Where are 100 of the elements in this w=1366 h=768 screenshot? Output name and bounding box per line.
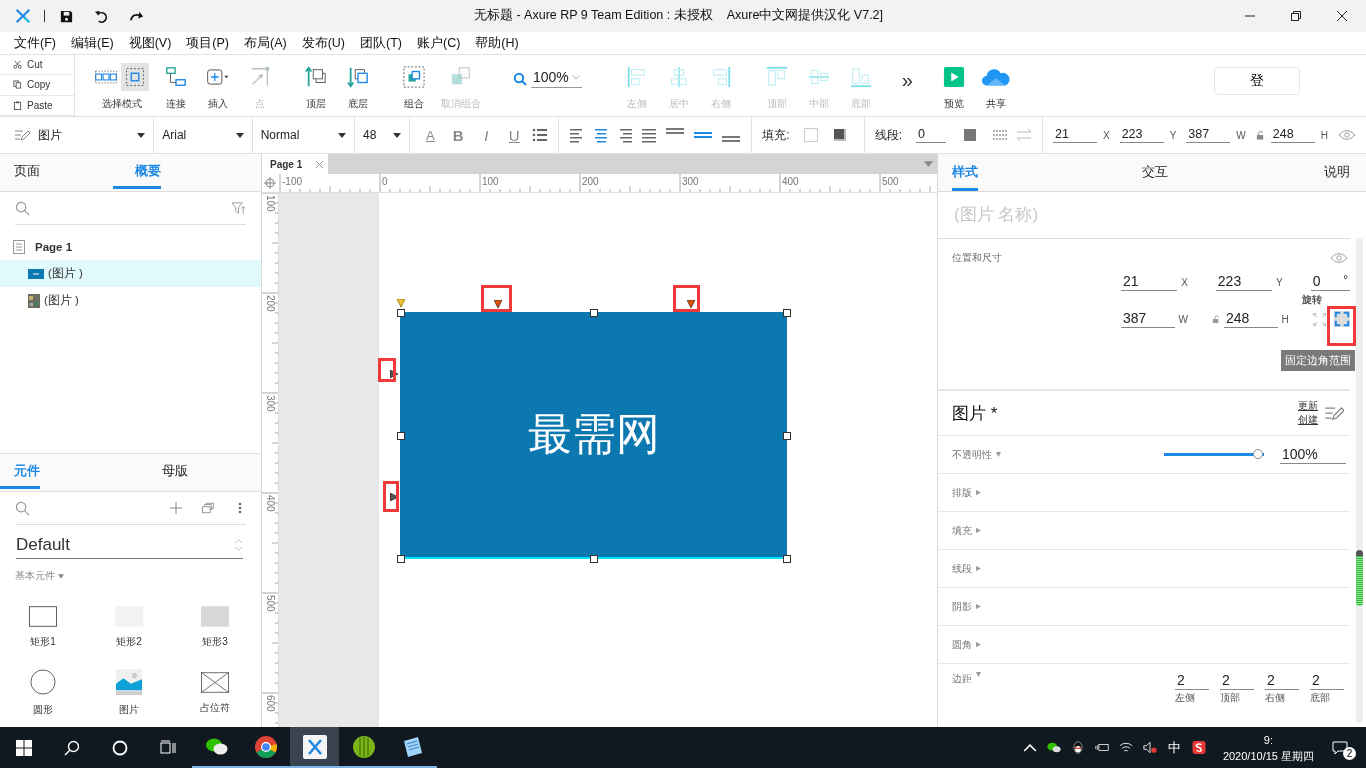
windows-start-icon[interactable] [16,739,32,756]
group-tool-button[interactable]: 组合 [393,58,435,113]
line-color-swatch[interactable] [963,129,976,141]
widget-item[interactable]: 圆形 [0,669,86,717]
fill-color-swatch[interactable] [803,128,818,142]
caret-icon[interactable] [976,604,981,609]
pin-marker-icon[interactable] [390,493,398,501]
padding-field[interactable]: 2 [1265,672,1299,690]
section-label[interactable]: 阴影 [952,599,972,614]
widget-item[interactable]: 矩形2 [86,603,172,649]
save-icon[interactable] [59,8,74,24]
panel-tab[interactable]: 样式 [952,154,978,191]
clock-time[interactable]: 9: [1263,731,1274,748]
zoom-dropdown[interactable]: 100% [531,69,582,88]
y-field[interactable]: 223 [1215,273,1272,291]
scrollbar[interactable] [1356,238,1363,723]
more-tools-button[interactable]: » [895,69,919,92]
menu-item[interactable]: 编辑(E) [64,32,120,54]
circle-icon[interactable] [112,739,128,756]
undo-icon[interactable] [94,8,109,24]
text-style-button[interactable]: U [504,126,525,144]
libraries-icon[interactable] [202,502,214,514]
opacity-slider[interactable] [1164,449,1264,460]
style-link[interactable]: 创建 [1298,413,1318,427]
axure-logo-icon[interactable] [14,7,32,25]
close-icon[interactable] [1336,10,1348,22]
style-dropdown[interactable]: 图片 [38,126,146,144]
caret-icon[interactable] [976,490,981,495]
bullet-list-icon[interactable] [532,127,549,143]
crosshair-icon[interactable] [264,177,276,189]
x-field[interactable]: 21 [1121,273,1178,291]
section-label[interactable]: 填充 [952,523,972,538]
menu-item[interactable]: 文件(F) [8,32,62,54]
line-width-field[interactable]: 0 [915,127,946,143]
section-label[interactable]: 边距 [952,672,972,686]
pin-marker-icon[interactable] [390,370,398,378]
rotation-marker-icon[interactable] [397,299,405,307]
outline-item[interactable]: (图片 ) [0,287,261,314]
page-name[interactable]: Page 1 [35,240,73,253]
lock-icon[interactable] [1255,130,1265,140]
front-tool-button[interactable]: 顶层 [295,58,337,113]
resize-handle[interactable] [397,309,405,317]
menu-item[interactable]: 项目(P) [180,32,235,54]
library-dropdown[interactable]: Default [16,535,243,559]
panel-tab[interactable]: 母版 [140,454,261,491]
outline-item[interactable]: (图片 ) [0,260,261,287]
caret-icon[interactable] [976,566,981,571]
opacity-field[interactable]: 100% [1280,445,1346,464]
padding-field[interactable]: 2 [1310,672,1344,690]
panel-tab[interactable]: 元件 [0,454,40,491]
menu-item[interactable]: 视图(V) [122,32,178,54]
fixed-corners-icon[interactable] [1334,310,1350,328]
align-center-text-icon[interactable] [593,127,610,143]
position-field[interactable]: 223 [1119,127,1164,143]
resize-handle[interactable] [783,432,791,440]
search-icon[interactable] [64,739,80,756]
restore-icon[interactable] [1290,10,1302,22]
input-method-indicator[interactable]: 中 [1167,738,1181,757]
caret-icon[interactable] [996,452,1001,457]
unlock-icon[interactable] [1212,314,1220,324]
caret-icon[interactable] [976,672,981,677]
wifi-icon[interactable] [1118,741,1133,754]
menu-item[interactable]: 帮助(H) [469,32,525,54]
menu-item[interactable]: 发布(U) [295,32,351,54]
panel-tab[interactable]: 交互 [1142,154,1168,191]
pin-marker-icon[interactable] [687,300,695,308]
task-view-icon[interactable] [160,739,176,756]
menu-item[interactable]: 团队(T) [354,32,408,54]
preview-tool-button[interactable]: 预览 [932,58,975,113]
library-section-label[interactable]: 基本元件 [15,569,55,583]
panel-tab[interactable]: 概要 [113,154,161,191]
style-link[interactable]: 更新 [1298,399,1318,413]
section-label[interactable]: 圆角 [952,637,972,652]
font-size-dropdown[interactable]: 48 [362,128,402,142]
insert-tool-button[interactable]: 插入 [197,58,239,113]
resize-handle[interactable] [397,555,405,563]
size-field[interactable]: 248 [1270,127,1315,143]
widget-item[interactable]: 矩形3 [172,603,258,649]
align-right-text-icon[interactable] [617,127,634,143]
page-tab[interactable]: Page 1 [262,154,328,174]
connect-tool-button[interactable]: 连接 [155,58,197,113]
width-field[interactable]: 387 [1121,310,1175,328]
back-tool-button[interactable]: 底层 [337,58,379,113]
text-style-button[interactable]: A [420,127,441,143]
widget-item[interactable]: 图片 [86,669,172,717]
panel-tab[interactable]: 说明 [1324,154,1350,191]
style-edit-icon[interactable] [14,127,30,143]
font-weight-dropdown[interactable]: Normal [260,128,346,142]
section-label[interactable]: 线段 [952,561,972,576]
filter-icon[interactable] [231,200,246,216]
image-widget[interactable]: 最需网 [400,312,787,559]
panel-tab[interactable]: 页面 [0,154,113,191]
caret-icon[interactable] [976,642,981,647]
caret-icon[interactable] [976,528,981,533]
notification-button[interactable]: 2 [1332,735,1356,760]
text-style-button[interactable]: I [476,126,497,144]
resize-handle[interactable] [783,555,791,563]
widget-item[interactable]: 占位符 [172,669,258,717]
size-field[interactable]: 387 [1186,127,1231,143]
penguin-icon[interactable] [1070,741,1085,754]
